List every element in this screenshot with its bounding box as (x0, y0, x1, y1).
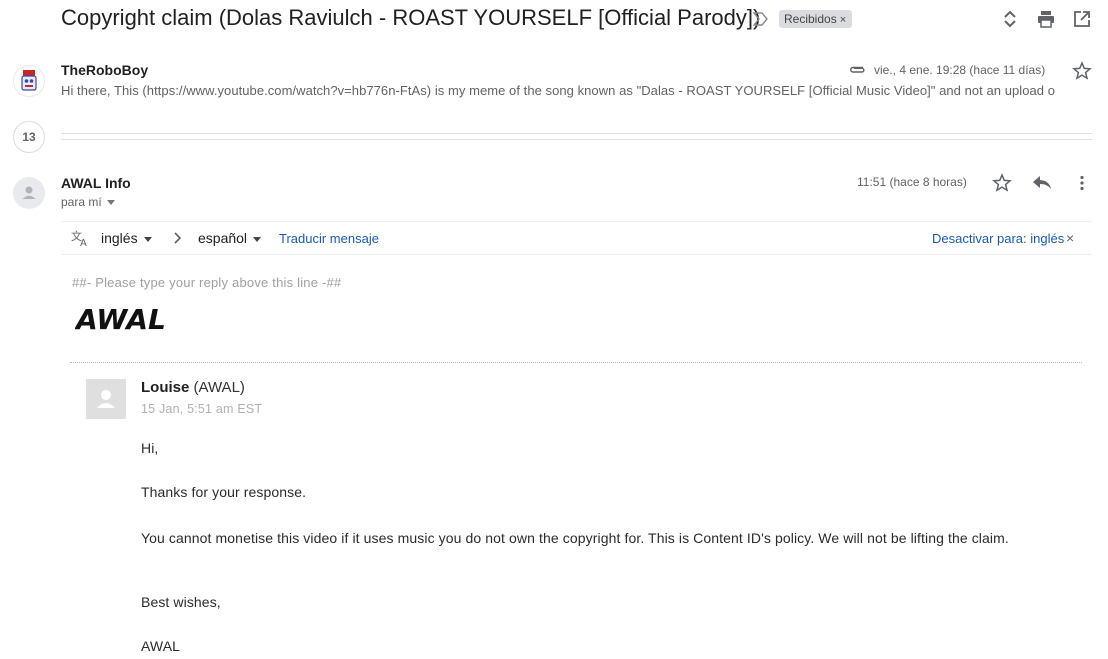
message2-time: 11:51 (hace 8 horas) (857, 175, 967, 189)
translate-bar-border (61, 254, 1092, 255)
paperclip-icon (850, 66, 865, 73)
target-language-label: español (198, 230, 248, 246)
author-name: Louise (141, 379, 190, 396)
message1-snippet[interactable]: Hi there, This (https://www.youtube.com/… (61, 83, 1091, 98)
printer-icon[interactable] (1037, 10, 1055, 28)
sender-avatar (13, 177, 45, 209)
more-options-icon[interactable] (1078, 175, 1086, 191)
recipient-dropdown[interactable]: para mí (61, 195, 115, 209)
source-language-dropdown[interactable]: inglés (101, 230, 152, 246)
reply-icon[interactable] (1032, 175, 1052, 191)
star-icon[interactable] (1072, 61, 1092, 81)
target-language-dropdown[interactable]: español (198, 230, 262, 246)
label-remove-icon[interactable]: × (840, 14, 846, 26)
label-chip-inbox[interactable]: Recibidos × (779, 10, 853, 28)
chevron-down-icon (143, 236, 152, 242)
author-org: (AWAL) (193, 379, 245, 396)
disable-translation-link[interactable]: Desactivar para: inglés (932, 231, 1064, 246)
awal-logo: AWAL (75, 305, 166, 331)
author-avatar (86, 379, 126, 419)
email-subject: Copyright claim (Dolas Raviulch - ROAST … (61, 5, 761, 30)
sender-avatar (13, 65, 45, 97)
open-in-new-window-icon[interactable] (1073, 10, 1091, 28)
close-translate-icon[interactable]: × (1066, 230, 1074, 246)
thread-divider (61, 133, 1092, 134)
message1-sender[interactable]: TheRoboBoy (61, 62, 148, 78)
reply-separator-text: ##- Please type your reply above this li… (72, 275, 342, 290)
translate-bar-border (61, 221, 1092, 222)
author-line: Louise (AWAL) (141, 379, 245, 396)
chevron-right-icon (174, 232, 182, 244)
logo-text: AWAL (75, 305, 166, 331)
body-paragraph-2: You cannot monetise this video if it use… (141, 530, 1009, 546)
body-greeting: Hi, (141, 440, 159, 456)
dotted-divider (70, 362, 1082, 363)
importance-marker-icon[interactable] (752, 11, 770, 27)
chevron-down-icon (253, 236, 262, 242)
message2-sender[interactable]: AWAL Info (61, 175, 131, 191)
label-chip-text: Recibidos (784, 12, 837, 26)
svg-text:A: A (80, 238, 87, 247)
body-paragraph-1: Thanks for your response. (141, 484, 307, 500)
translate-message-link[interactable]: Traducir mensaje (279, 231, 379, 246)
collapsed-messages-count[interactable]: 13 (13, 121, 45, 153)
thread-divider (61, 139, 1092, 140)
recipient-label: para mí (61, 195, 102, 209)
message1-date: vie., 4 ene. 19:28 (hace 11 días) (874, 63, 1046, 77)
translate-icon: 文 A (71, 229, 87, 247)
expand-collapse-icon[interactable] (1001, 9, 1019, 29)
chevron-down-icon (106, 200, 115, 206)
body-closing: Best wishes, (141, 594, 221, 610)
body-signature: AWAL (141, 638, 181, 654)
star-icon[interactable] (992, 173, 1012, 193)
author-timestamp: 15 Jan, 5:51 am EST (141, 402, 263, 416)
source-language-label: inglés (101, 230, 138, 246)
